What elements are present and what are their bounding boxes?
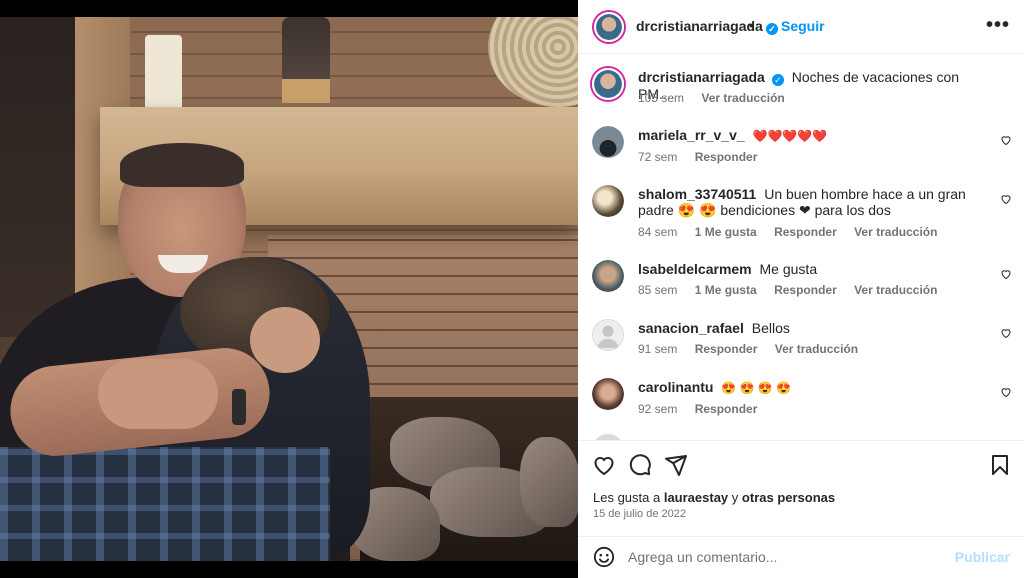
comment-item: mariela_rr_v_v_ ❤️❤️❤️❤️❤️ 72 sem Respon… xyxy=(578,124,1024,180)
comment-likes-count[interactable]: 1 Me gusta xyxy=(695,225,757,239)
comment-username[interactable]: lsabeldelcarmem xyxy=(638,261,752,277)
comment-body: sanacion_rafael Bellos xyxy=(638,320,988,336)
comment-item: shalom_33740511 Un buen hombre hace a un… xyxy=(578,183,1024,255)
comment-age[interactable]: 85 sem xyxy=(638,283,677,297)
author-username-text[interactable]: drcristianarriagada xyxy=(636,18,763,34)
comment-reply-link[interactable]: Responder xyxy=(695,150,758,164)
caption-age[interactable]: 105 sem xyxy=(638,91,684,105)
comment-meta: 84 sem 1 Me gusta Responder Ver traducci… xyxy=(638,225,951,239)
comment-username[interactable]: carolinantu xyxy=(638,379,713,395)
add-comment-bar: Publicar xyxy=(578,536,1024,578)
comment-text: ❤️❤️❤️❤️❤️ xyxy=(752,129,828,143)
photo-child-face xyxy=(250,307,320,373)
post-side-panel: drcristianarriagada ✓ • Seguir ••• drcris… xyxy=(578,0,1024,578)
author-avatar[interactable] xyxy=(594,12,624,42)
comment-bubble-icon[interactable] xyxy=(628,453,652,477)
likes-summary: Les gusta a lauraestay y otras personas xyxy=(593,490,835,505)
comment-text: Me gusta xyxy=(759,261,818,277)
caption-avatar[interactable] xyxy=(592,68,624,100)
post-actions: Les gusta a lauraestay y otras personas … xyxy=(578,440,1024,536)
comment-age[interactable]: 91 sem xyxy=(638,342,677,356)
comment-translate-link[interactable]: Ver traducción xyxy=(775,342,858,356)
author-username[interactable]: drcristianarriagada ✓ xyxy=(636,18,778,35)
post-photo[interactable] xyxy=(0,0,578,578)
comment-avatar[interactable] xyxy=(592,378,624,410)
heart-outline-icon[interactable] xyxy=(1000,134,1012,146)
comment-age[interactable]: 92 sem xyxy=(638,402,677,416)
comment-item: carolinantu 😍 😍 😍 😍 92 sem Responder xyxy=(578,376,1024,432)
comment-reply-link[interactable]: Responder xyxy=(695,342,758,356)
comment-meta: 92 sem Responder xyxy=(638,402,771,416)
photo-scene xyxy=(0,17,578,561)
comment-item: lsabeldelcarmem Me gusta 85 sem 1 Me gus… xyxy=(578,258,1024,314)
comment-username[interactable]: mariela_rr_v_v_ xyxy=(638,127,745,143)
photo-candle xyxy=(145,35,182,111)
comment-translate-link[interactable]: Ver traducción xyxy=(854,225,937,239)
emoji-smiley-icon[interactable] xyxy=(593,546,615,568)
comment-text: Bellos xyxy=(751,320,790,336)
heart-outline-icon[interactable] xyxy=(1000,386,1012,398)
photo-plaid-shirt xyxy=(0,447,330,561)
comments-list[interactable]: drcristianarriagada ✓ Noches de vacacione… xyxy=(578,54,1024,440)
comment-body: carolinantu 😍 😍 😍 😍 xyxy=(638,379,988,396)
comment-age[interactable]: 72 sem xyxy=(638,150,677,164)
comment-username[interactable]: shalom_33740511 xyxy=(638,186,756,202)
like-heart-icon[interactable] xyxy=(592,453,616,477)
likes-and: y xyxy=(731,490,739,505)
caption-meta: 105 sem Ver traducción xyxy=(638,91,799,105)
comment-avatar[interactable] xyxy=(592,319,624,351)
photo-hand xyxy=(98,359,218,429)
caption: drcristianarriagada ✓ Noches de vacacione… xyxy=(578,66,1024,126)
comment-body: shalom_33740511 Un buen hombre hace a un… xyxy=(638,186,988,218)
comment-body: lsabeldelcarmem Me gusta xyxy=(638,261,988,277)
more-horizontal-icon[interactable]: ••• xyxy=(986,14,1010,37)
publish-button[interactable]: Publicar xyxy=(955,549,1010,565)
likes-prefix: Les gusta a xyxy=(593,490,661,505)
comment-input[interactable] xyxy=(628,546,948,568)
photo-rock xyxy=(520,437,578,527)
heart-outline-icon[interactable] xyxy=(1000,327,1012,339)
comment-text: 😍 😍 😍 😍 xyxy=(721,381,792,395)
photo-vase-base xyxy=(282,79,330,103)
comment-reply-link[interactable]: Responder xyxy=(774,283,837,297)
photo-dark-area xyxy=(0,17,78,337)
comment-body: mariela_rr_v_v_ ❤️❤️❤️❤️❤️ xyxy=(638,127,988,144)
caption-translate-link[interactable]: Ver traducción xyxy=(701,91,784,105)
comment-translate-link[interactable]: Ver traducción xyxy=(854,283,937,297)
instagram-post-modal: drcristianarriagada ✓ • Seguir ••• drcris… xyxy=(0,0,1024,578)
default-avatar-icon xyxy=(596,325,620,349)
caption-username[interactable]: drcristianarriagada xyxy=(638,69,765,85)
follow-button[interactable]: Seguir xyxy=(781,18,825,34)
comment-username[interactable]: sanacion_rafael xyxy=(638,320,744,336)
header-separator: • xyxy=(749,17,754,33)
post-header: drcristianarriagada ✓ • Seguir ••• xyxy=(578,0,1024,54)
comment-reply-link[interactable]: Responder xyxy=(774,225,837,239)
comment-meta: 91 sem Responder Ver traducción xyxy=(638,342,872,356)
heart-outline-icon[interactable] xyxy=(1000,193,1012,205)
comment-avatar[interactable] xyxy=(592,185,624,217)
comment-avatar[interactable] xyxy=(592,260,624,292)
comment-age[interactable]: 84 sem xyxy=(638,225,677,239)
photo-watch xyxy=(232,389,246,425)
verified-badge-icon: ✓ xyxy=(771,74,784,86)
share-send-icon[interactable] xyxy=(664,453,688,477)
comment-reply-link[interactable]: Responder xyxy=(695,402,758,416)
comment-meta: 72 sem Responder xyxy=(638,150,771,164)
comment-likes-count[interactable]: 1 Me gusta xyxy=(695,283,757,297)
likes-others-link[interactable]: otras personas xyxy=(742,490,835,505)
comment-item: sanacion_rafael Bellos 91 sem Responder … xyxy=(578,317,1024,373)
verified-badge-icon: ✓ xyxy=(765,23,778,35)
likes-username-link[interactable]: lauraestay xyxy=(664,490,728,505)
heart-outline-icon[interactable] xyxy=(1000,268,1012,280)
bookmark-save-icon[interactable] xyxy=(988,453,1012,477)
post-date[interactable]: 15 de julio de 2022 xyxy=(593,508,686,520)
photo-man-hair xyxy=(120,143,244,187)
comment-avatar[interactable] xyxy=(592,126,624,158)
comment-meta: 85 sem 1 Me gusta Responder Ver traducci… xyxy=(638,283,951,297)
